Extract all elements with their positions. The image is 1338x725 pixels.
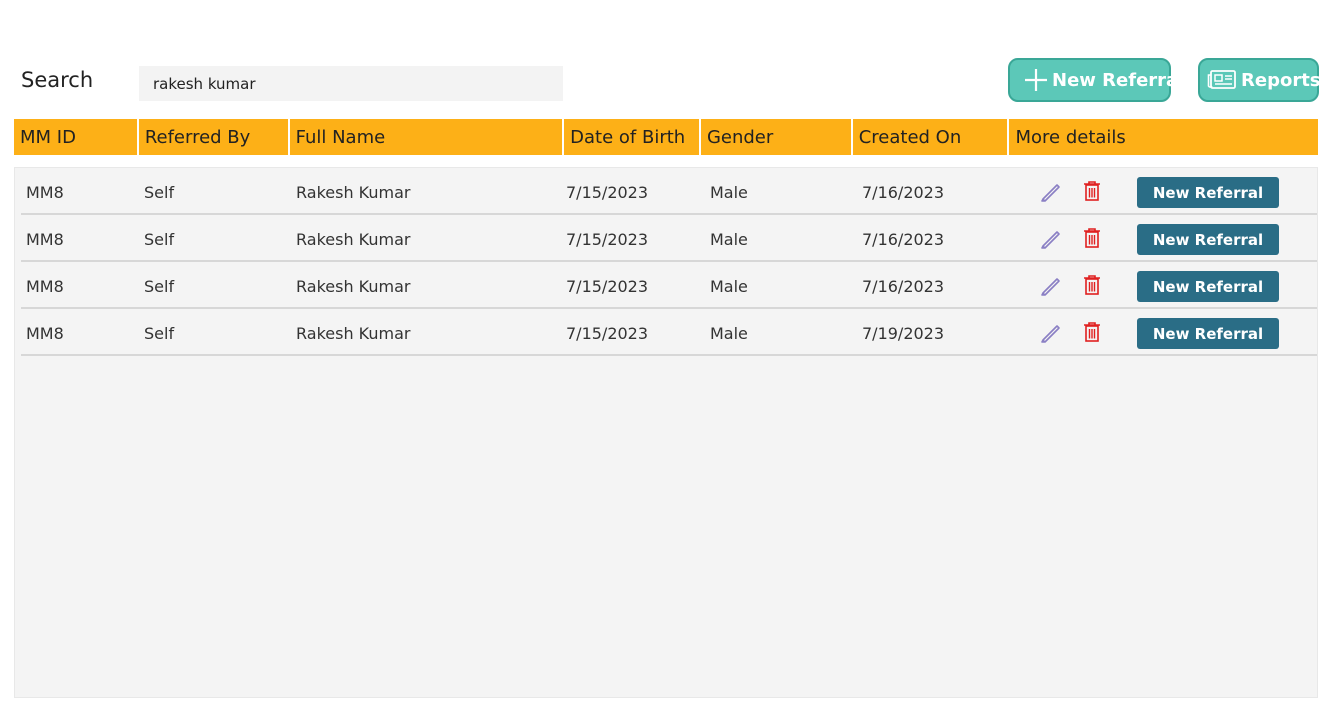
table-row[interactable]: MM8 Self Rakesh Kumar 7/15/2023 Male 7/1…: [21, 216, 1317, 262]
cell-referred-by: Self: [144, 323, 175, 343]
pencil-icon[interactable]: [1037, 272, 1063, 298]
cell-date-of-birth: 7/15/2023: [566, 276, 649, 296]
row-new-referral-button[interactable]: New Referral: [1137, 177, 1279, 208]
cell-mm-id: MM8: [26, 276, 64, 296]
cell-referred-by: Self: [144, 229, 175, 249]
cell-referred-by: Self: [144, 276, 175, 296]
cell-created-on: 7/16/2023: [862, 182, 945, 202]
cell-referred-by: Self: [144, 182, 175, 202]
cell-gender: Male: [710, 323, 748, 343]
cell-created-on: 7/19/2023: [862, 323, 945, 343]
reports-button[interactable]: Reports: [1198, 58, 1321, 102]
row-new-referral-button[interactable]: New Referral: [1137, 271, 1279, 302]
pencil-icon[interactable]: [1037, 225, 1063, 251]
new-referral-label: New Referral: [1052, 69, 1185, 91]
cell-mm-id: MM8: [26, 229, 64, 249]
cell-full-name: Rakesh Kumar: [296, 182, 411, 202]
cell-created-on: 7/16/2023: [862, 229, 945, 249]
cell-gender: Male: [710, 276, 748, 296]
table-row[interactable]: MM8 Self Rakesh Kumar 7/15/2023 Male 7/1…: [21, 310, 1317, 356]
row-new-referral-button[interactable]: New Referral: [1137, 224, 1279, 255]
table-row[interactable]: MM8 Self Rakesh Kumar 7/15/2023 Male 7/1…: [21, 169, 1317, 215]
row-new-referral-button[interactable]: New Referral: [1137, 318, 1279, 349]
column-header-full-name[interactable]: Full Name: [289, 119, 563, 155]
search-label: Search: [21, 68, 94, 92]
cell-full-name: Rakesh Kumar: [296, 229, 411, 249]
pencil-icon[interactable]: [1037, 319, 1063, 345]
plus-icon: [1024, 68, 1048, 92]
column-header-created-on[interactable]: Created On: [852, 119, 1008, 155]
trash-icon[interactable]: [1079, 272, 1105, 298]
column-header-referred-by[interactable]: Referred By: [138, 119, 288, 155]
table-header: MM ID Referred By Full Name Date of Birt…: [14, 119, 1318, 157]
cell-date-of-birth: 7/15/2023: [566, 229, 649, 249]
newspaper-icon: [1207, 69, 1237, 91]
cell-mm-id: MM8: [26, 323, 64, 343]
cell-mm-id: MM8: [26, 182, 64, 202]
column-header-mm-id[interactable]: MM ID: [14, 119, 137, 155]
trash-icon[interactable]: [1079, 178, 1105, 204]
column-header-gender[interactable]: Gender: [700, 119, 851, 155]
cell-date-of-birth: 7/15/2023: [566, 182, 649, 202]
results-grid[interactable]: MM8 Self Rakesh Kumar 7/15/2023 Male 7/1…: [14, 167, 1318, 698]
trash-icon[interactable]: [1079, 225, 1105, 251]
cell-full-name: Rakesh Kumar: [296, 276, 411, 296]
pencil-icon[interactable]: [1037, 178, 1063, 204]
trash-icon[interactable]: [1079, 319, 1105, 345]
reports-label: Reports: [1241, 69, 1321, 91]
cell-created-on: 7/16/2023: [862, 276, 945, 296]
cell-full-name: Rakesh Kumar: [296, 323, 411, 343]
new-referral-button[interactable]: New Referral: [1008, 58, 1184, 102]
cell-gender: Male: [710, 182, 748, 202]
column-header-more-details: More details: [1009, 119, 1318, 155]
search-input[interactable]: [139, 66, 563, 101]
table-row[interactable]: MM8 Self Rakesh Kumar 7/15/2023 Male 7/1…: [21, 263, 1317, 309]
cell-date-of-birth: 7/15/2023: [566, 323, 649, 343]
cell-gender: Male: [710, 229, 748, 249]
column-header-date-of-birth[interactable]: Date of Birth: [564, 119, 699, 155]
